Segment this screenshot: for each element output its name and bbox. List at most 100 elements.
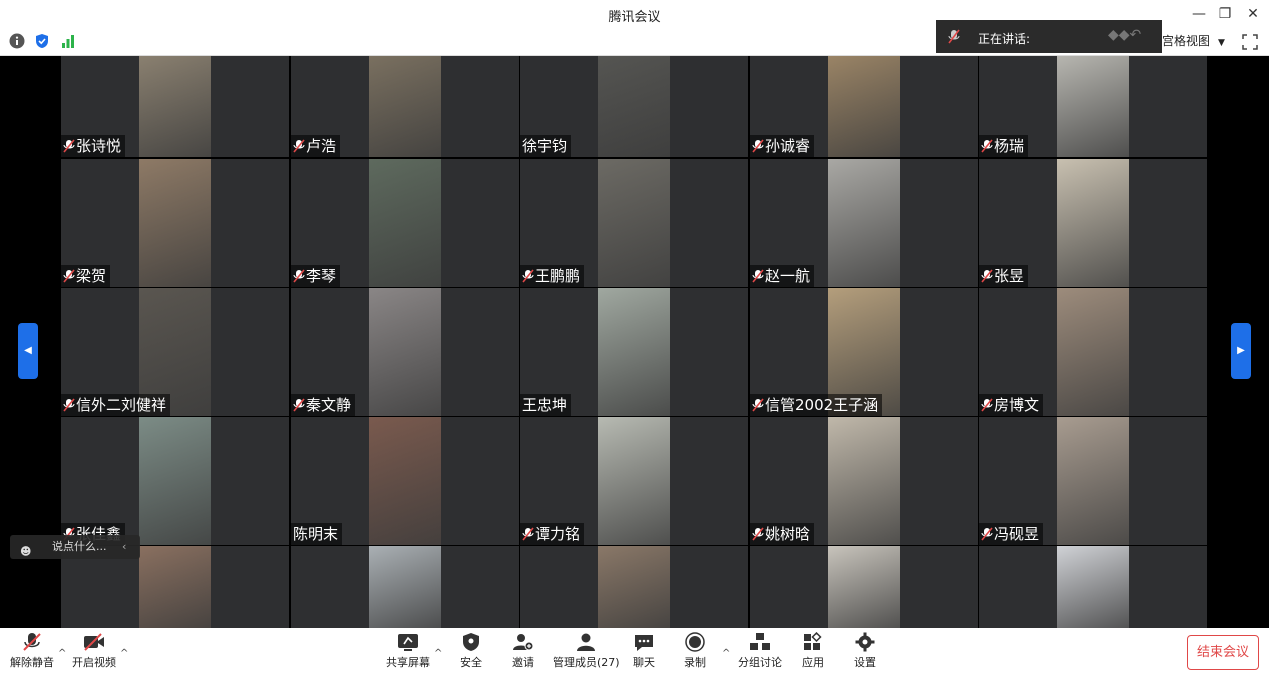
restore-button[interactable]: ❐ [1214, 4, 1236, 24]
unmute-label: 解除静音 [10, 656, 54, 669]
muted-mic-icon [752, 269, 764, 283]
participant-tile[interactable]: 孙诚睿 [750, 56, 978, 157]
participant-name-text: 谭力铭 [535, 525, 581, 543]
settings-button[interactable]: 设置 [854, 632, 876, 670]
participant-tile[interactable]: 王鹏鹏 [520, 159, 748, 287]
participant-tile[interactable]: 冯砚昱 [979, 417, 1207, 545]
participant-tile[interactable]: 张昱 [979, 159, 1207, 287]
participant-tile[interactable]: 赵一航 [750, 159, 978, 287]
participant-tile[interactable]: 徐宇钧 [520, 56, 748, 157]
prev-page-button[interactable]: ◀ [18, 323, 38, 379]
participant-video [828, 417, 900, 545]
participant-video [369, 288, 441, 416]
participant-video [598, 546, 670, 628]
record-button[interactable]: 录制 [684, 632, 706, 670]
participant-tile[interactable] [291, 546, 519, 628]
manage-members-label: 管理成员(27) [553, 656, 620, 669]
shield-icon[interactable] [34, 33, 50, 49]
audio-options-caret[interactable]: ^ [58, 648, 66, 659]
participant-video [1057, 546, 1129, 628]
muted-mic-icon [293, 269, 305, 283]
signal-icon[interactable] [60, 33, 76, 49]
participant-name-text: 徐宇钧 [522, 137, 568, 155]
participant-tile[interactable]: 李琴 [291, 159, 519, 287]
share-screen-label: 共享屏幕 [386, 656, 430, 669]
next-page-button[interactable]: ▶ [1231, 323, 1251, 379]
participant-name-text: 信管2002王子涵 [765, 396, 879, 414]
participant-tile[interactable]: 姚树晗 [750, 417, 978, 545]
muted-mic-icon [293, 398, 305, 412]
chat-label: 聊天 [633, 656, 655, 669]
participant-name-text: 姚树晗 [765, 525, 811, 543]
participant-video [598, 159, 670, 287]
participant-video [139, 417, 211, 545]
chat-button[interactable]: 聊天 [633, 632, 655, 670]
muted-mic-icon [293, 139, 305, 153]
participant-tile[interactable]: 卢浩 [291, 56, 519, 157]
participant-tile[interactable]: 杨瑞 [979, 56, 1207, 157]
security-label: 安全 [460, 656, 482, 669]
chat-placeholder: 说点什么... [52, 540, 107, 553]
video-grid: 张诗悦 卢浩 徐宇钧 孙诚睿 杨瑞梁贺 李琴 王鹏鹏 赵一航 张昱信外二刘健祥 秦文静 王忠坤 信管2… [0, 56, 1269, 628]
view-mode-dropdown[interactable]: 宫格视图 ▼ [1162, 31, 1225, 51]
participant-video [369, 56, 441, 157]
participant-tile[interactable] [520, 546, 748, 628]
record-label: 录制 [684, 656, 706, 669]
muted-mic-icon [63, 139, 75, 153]
participant-tile[interactable]: 张诗悦 [61, 56, 289, 157]
muted-mic-icon [63, 269, 75, 283]
participant-tile[interactable]: 房博文 [979, 288, 1207, 416]
invite-button[interactable]: 邀请 [512, 632, 534, 670]
record-options-caret[interactable]: ^ [722, 648, 730, 659]
minimize-button[interactable]: — [1188, 4, 1210, 24]
invite-label: 邀请 [512, 656, 534, 669]
end-meeting-button[interactable]: 结束会议 [1187, 635, 1259, 670]
emoji-icon[interactable]: ☻ [20, 540, 31, 564]
unmute-button[interactable]: 解除静音 [10, 632, 54, 670]
info-icon[interactable] [9, 33, 25, 49]
participant-video [369, 417, 441, 545]
video-options-caret[interactable]: ^ [120, 648, 128, 659]
participant-tile[interactable]: 信外二刘健祥 [61, 288, 289, 416]
close-button[interactable]: ✕ [1242, 4, 1264, 24]
participant-name-text: 陈明末 [293, 525, 339, 543]
participant-name: 卢浩 [291, 135, 341, 157]
apps-label: 应用 [802, 656, 824, 669]
fullscreen-icon[interactable] [1240, 32, 1260, 52]
participant-tile[interactable]: 秦文静 [291, 288, 519, 416]
participant-name-text: 秦文静 [306, 396, 352, 414]
share-options-caret[interactable]: ^ [434, 648, 442, 659]
manage-members-button[interactable]: 管理成员(27) [553, 632, 620, 670]
muted-mic-icon [63, 398, 75, 412]
muted-mic-icon [981, 398, 993, 412]
share-screen-button[interactable]: 共享屏幕 [386, 632, 430, 670]
participant-tile[interactable] [979, 546, 1207, 628]
participant-name-text: 赵一航 [765, 267, 811, 285]
start-video-button[interactable]: 开启视频 [72, 632, 116, 670]
muted-mic-icon [981, 269, 993, 283]
participant-name: 徐宇钧 [520, 135, 572, 157]
participant-video [1057, 159, 1129, 287]
participant-tile[interactable] [750, 546, 978, 628]
apps-button[interactable]: 应用 [802, 632, 824, 670]
breakout-rooms-button[interactable]: 分组讨论 [738, 632, 782, 670]
participant-tile[interactable]: 王忠坤 [520, 288, 748, 416]
participant-tile[interactable]: 信管2002王子涵 [750, 288, 978, 416]
participant-name-text: 张昱 [994, 267, 1025, 285]
participant-video [1057, 288, 1129, 416]
participant-name: 梁贺 [61, 265, 111, 287]
participant-name: 张昱 [979, 265, 1029, 287]
participant-name-text: 张诗悦 [76, 137, 122, 155]
participant-video [1057, 417, 1129, 545]
participant-tile[interactable]: 梁贺 [61, 159, 289, 287]
participant-name-text: 冯砚昱 [994, 525, 1040, 543]
participant-tile[interactable]: 陈明末 [291, 417, 519, 545]
speaker-placeholder-icon: ◆◆↶ [1108, 27, 1142, 43]
participant-name: 杨瑞 [979, 135, 1029, 157]
chat-bubble-icon [635, 635, 653, 651]
collapse-icon[interactable]: ‹ [122, 535, 126, 559]
quick-chat-input[interactable]: ☻ 说点什么... ‹ [10, 535, 140, 559]
security-button[interactable]: 安全 [460, 632, 482, 670]
participant-tile[interactable]: 张佳鑫 [61, 417, 289, 545]
participant-tile[interactable]: 谭力铭 [520, 417, 748, 545]
